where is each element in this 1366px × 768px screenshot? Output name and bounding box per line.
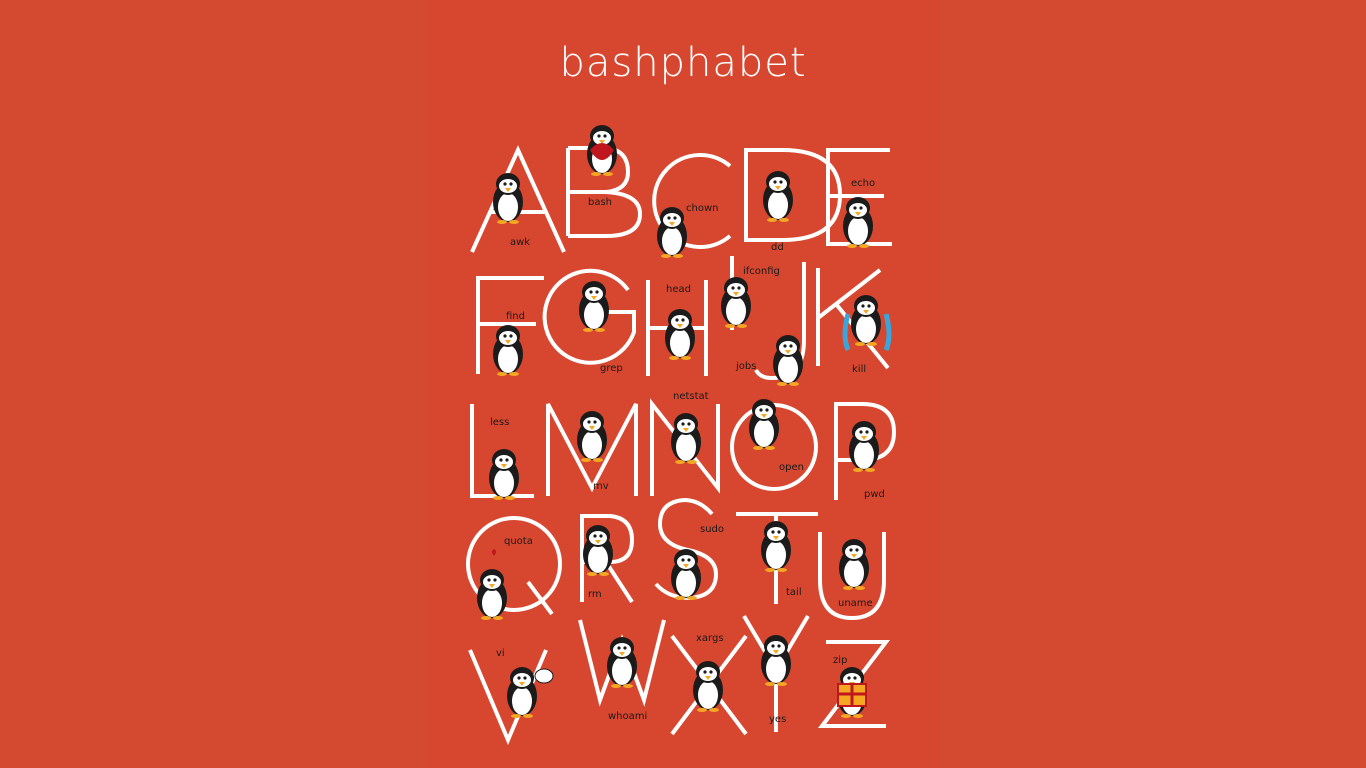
penguin-x — [693, 661, 723, 712]
label-less: less — [490, 417, 510, 428]
penguin-y — [761, 635, 791, 686]
penguin-c — [657, 207, 687, 258]
label-mv: mv — [593, 481, 609, 492]
label-sudo: sudo — [700, 524, 725, 535]
label-dd: dd — [771, 242, 784, 253]
penguin-u — [839, 539, 869, 590]
label-whoami: whoami — [608, 711, 648, 722]
label-grep: grep — [600, 363, 623, 374]
penguin-k — [851, 295, 881, 346]
penguin-t — [761, 521, 791, 572]
penguin-n — [671, 413, 701, 464]
penguin-g — [579, 281, 609, 332]
label-rm: rm — [588, 589, 602, 600]
label-quota: quota — [504, 536, 533, 547]
penguin-l — [489, 449, 519, 500]
label-chown: chown — [686, 203, 719, 214]
label-ifconfig: ifconfig — [743, 266, 780, 277]
penguin-h — [665, 309, 695, 360]
label-xargs: xargs — [696, 633, 724, 644]
alphabet-artwork — [466, 125, 897, 746]
label-uname: uname — [838, 598, 873, 609]
label-yes: yes — [769, 714, 787, 725]
penguin-f — [493, 325, 523, 376]
label-head: head — [666, 284, 691, 295]
label-find: find — [506, 311, 525, 322]
penguin-m — [577, 411, 607, 462]
label-pwd: pwd — [864, 489, 885, 500]
penguin-w — [607, 637, 637, 688]
penguin-s — [671, 549, 701, 600]
label-jobs: jobs — [736, 361, 757, 372]
label-vi: vi — [496, 648, 505, 659]
label-kill: kill — [852, 364, 867, 375]
letter-d — [744, 148, 843, 242]
label-bash: bash — [588, 197, 613, 208]
label-tail: tail — [786, 587, 802, 598]
label-echo: echo — [851, 178, 876, 189]
penguin-v — [507, 667, 537, 718]
label-zip: zip — [833, 655, 848, 666]
penguin-a — [493, 173, 523, 224]
label-open: open — [779, 462, 804, 473]
penguin-i — [721, 277, 751, 328]
penguin-q — [477, 569, 507, 620]
penguin-o — [749, 399, 779, 450]
penguin-d — [763, 171, 793, 222]
penguin-p — [849, 421, 879, 472]
label-netstat: netstat — [673, 391, 709, 402]
label-awk: awk — [510, 237, 531, 248]
penguin-e — [843, 197, 873, 248]
